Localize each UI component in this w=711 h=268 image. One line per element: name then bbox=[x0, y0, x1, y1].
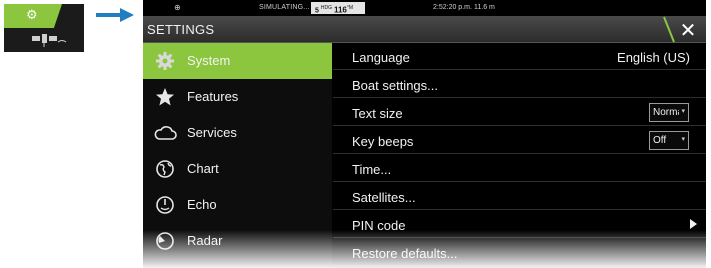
star-icon bbox=[156, 88, 174, 106]
sidebar-item-label: Echo bbox=[187, 197, 217, 212]
clock-readout: 2:52:20 p.m. bbox=[433, 4, 472, 11]
sidebar-item-chart[interactable]: Chart bbox=[143, 151, 332, 187]
status-bar: ⊕ SIMULATING... 5 HDG 116°M 2:52:20 p.m.… bbox=[143, 0, 706, 16]
setting-row-language[interactable]: Language English (US) bbox=[333, 43, 706, 70]
close-button[interactable]: ✕ bbox=[677, 20, 699, 40]
text-size-label: Text size bbox=[352, 106, 403, 121]
setting-row-restore-defaults[interactable]: Restore defaults... bbox=[333, 239, 706, 266]
sidebar-item-label: Services bbox=[187, 125, 237, 140]
setting-row-key-beeps: Key beeps Off ▾ bbox=[333, 127, 706, 154]
boat-settings-label: Boat settings... bbox=[352, 78, 438, 93]
title-accent-slash bbox=[663, 16, 675, 43]
setting-row-time[interactable]: Time... bbox=[333, 155, 706, 182]
chevron-down-icon: ▾ bbox=[681, 108, 685, 115]
sidebar-item-services[interactable]: Services bbox=[143, 115, 332, 151]
globe-icon: ⊕ bbox=[174, 3, 181, 12]
heading-value: 116 bbox=[333, 5, 347, 15]
heading-sup: HDG bbox=[320, 5, 332, 11]
settings-shortcut-thumbnail: ⚙ bbox=[4, 4, 84, 52]
echo-icon bbox=[156, 196, 174, 214]
settings-screen: ⊕ SIMULATING... 5 HDG 116°M 2:52:20 p.m.… bbox=[143, 0, 706, 268]
time-label: Time... bbox=[352, 162, 392, 177]
close-icon: ✕ bbox=[679, 18, 697, 42]
sidebar-item-label: System bbox=[187, 53, 231, 68]
language-value: English (US) bbox=[617, 50, 690, 65]
heading-readout[interactable]: 5 HDG 116°M bbox=[311, 2, 365, 14]
gear-icon: ⚙ bbox=[26, 8, 38, 23]
settings-list: Language English (US) Boat settings... T… bbox=[333, 43, 706, 268]
pointer-arrow-icon bbox=[96, 8, 134, 22]
setting-row-text-size: Text size Normal ▾ bbox=[333, 99, 706, 126]
sidebar-item-features[interactable]: Features bbox=[143, 79, 332, 115]
chevron-right-icon bbox=[690, 219, 697, 229]
cloud-icon bbox=[154, 126, 177, 140]
setting-row-satellites[interactable]: Satellites... bbox=[333, 183, 706, 210]
key-beeps-value: Off bbox=[653, 135, 667, 146]
pin-code-label: PIN code bbox=[352, 218, 406, 233]
simulating-status: SIMULATING... bbox=[259, 4, 310, 11]
key-beeps-label: Key beeps bbox=[352, 134, 414, 149]
key-beeps-select[interactable]: Off ▾ bbox=[649, 131, 689, 150]
sidebar-item-label: Features bbox=[187, 89, 239, 104]
restore-defaults-label: Restore defaults... bbox=[352, 246, 458, 261]
settings-sidebar: System Features Services Chart Echo Rada… bbox=[143, 43, 332, 268]
depth-readout: 11.6 m bbox=[474, 4, 495, 11]
globe-icon bbox=[156, 160, 174, 178]
title-bar: SETTINGS ✕ bbox=[143, 16, 706, 43]
chevron-down-icon: ▾ bbox=[681, 136, 685, 143]
heading-prefix: 5 bbox=[315, 7, 319, 15]
sidebar-item-echo[interactable]: Echo bbox=[143, 187, 332, 223]
heading-unit: °M bbox=[346, 5, 354, 11]
text-size-value: Normal bbox=[653, 107, 679, 118]
setting-row-pin-code[interactable]: PIN code bbox=[333, 211, 706, 238]
language-label: Language bbox=[352, 50, 410, 65]
sidebar-item-label: Radar bbox=[187, 233, 223, 248]
gear-icon bbox=[156, 52, 174, 70]
text-size-select[interactable]: Normal ▾ bbox=[649, 103, 689, 122]
sidebar-item-label: Chart bbox=[187, 161, 219, 176]
page-title: SETTINGS bbox=[147, 22, 215, 37]
sidebar-item-system[interactable]: System bbox=[143, 43, 332, 79]
satellites-label: Satellites... bbox=[352, 190, 416, 205]
sidebar-item-radar[interactable]: Radar bbox=[143, 223, 332, 259]
satellite-icon bbox=[32, 34, 67, 47]
radar-icon bbox=[156, 232, 174, 250]
setting-row-boat-settings[interactable]: Boat settings... bbox=[333, 71, 706, 98]
